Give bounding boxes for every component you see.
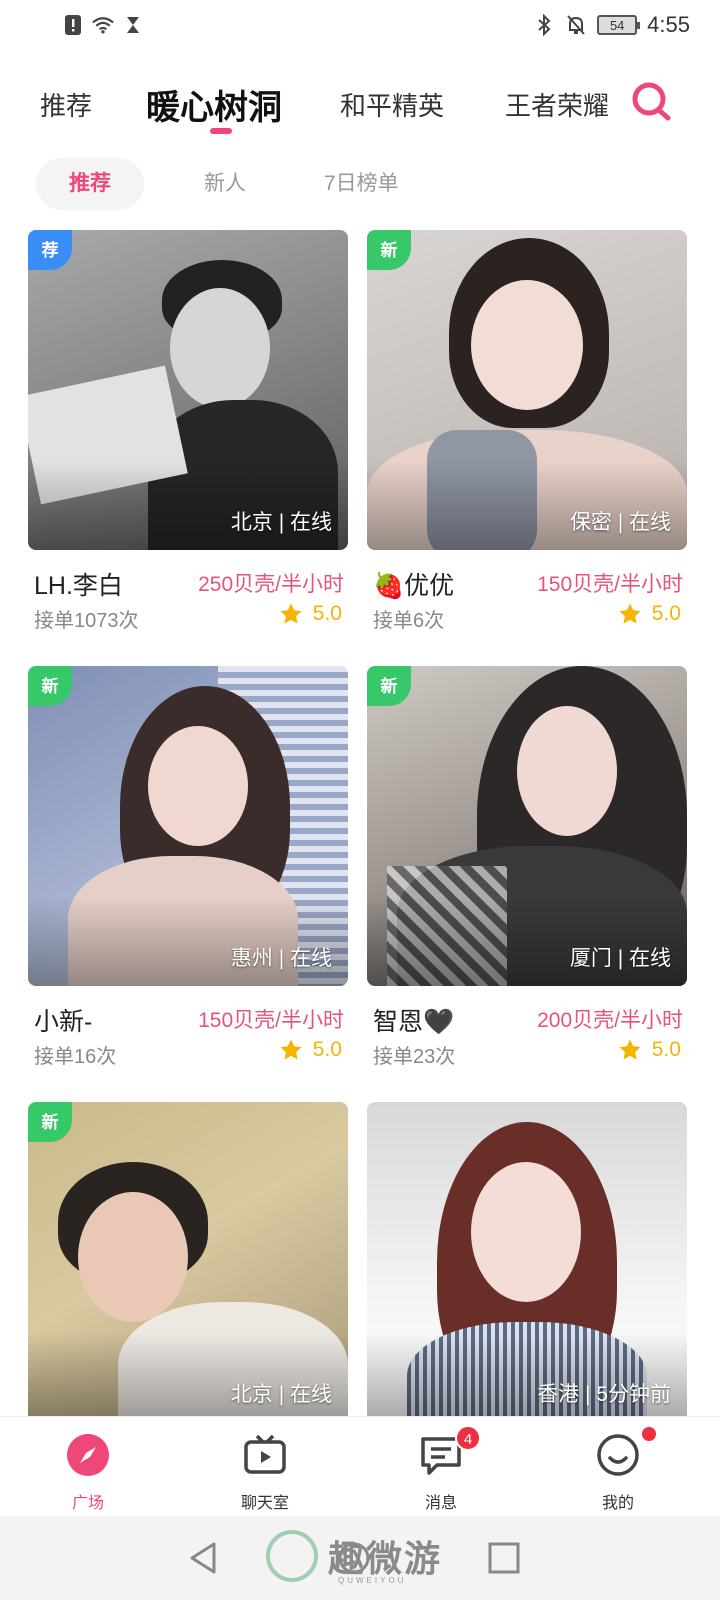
rating-value: 5.0 — [651, 1038, 681, 1061]
location-status: 惠州 | 在线 — [230, 947, 332, 970]
rating-value: 5.0 — [312, 1038, 342, 1061]
watermark-logo-icon — [266, 1530, 318, 1582]
host-card[interactable]: 新 北京 | 在线 — [28, 1102, 348, 1422]
unread-badge: 4 — [455, 1425, 481, 1451]
nav-square[interactable]: 广场 — [28, 1417, 148, 1517]
host-price: 200贝壳/半小时 — [537, 1009, 683, 1032]
search-icon — [632, 82, 671, 121]
nav-label: 消息 — [424, 1495, 457, 1512]
location-status: 香港 | 5分钟前 — [537, 1383, 671, 1406]
location-status: 厦门 | 在线 — [569, 947, 671, 970]
order-count: 接单1073次 — [34, 610, 139, 632]
host-card[interactable]: 新 保密 | 在线 🍓优优 150贝壳/半小时 接单6次 5.0 — [367, 230, 687, 650]
nav-label: 广场 — [71, 1495, 104, 1512]
host-name: 智恩🖤 — [373, 1008, 455, 1036]
host-name: 🍓优优 — [373, 572, 455, 600]
rating: 5.0 — [279, 1038, 342, 1062]
star-icon — [280, 1039, 302, 1060]
nav-profile[interactable]: 我的 — [558, 1417, 678, 1517]
notification-dot — [642, 1427, 656, 1441]
subtab-newcomer[interactable]: 新人 — [204, 158, 246, 210]
status-bar: 54 4:55 — [0, 0, 720, 52]
host-photo[interactable]: 新 北京 | 在线 — [28, 1102, 348, 1422]
tab-recommend[interactable]: 推荐 — [40, 86, 92, 123]
order-count: 接单16次 — [34, 1046, 117, 1068]
host-photo[interactable]: 新 保密 | 在线 — [367, 230, 687, 550]
host-price: 150贝壳/半小时 — [198, 1009, 344, 1032]
top-tab-bar: 推荐 暖心树洞 和平精英 王者荣耀 — [0, 72, 720, 140]
host-price: 250贝壳/半小时 — [198, 573, 344, 596]
alert-icon — [62, 14, 84, 36]
host-photo[interactable]: 香港 | 5分钟前 — [367, 1102, 687, 1422]
mute-bell-icon — [565, 14, 587, 36]
search-button[interactable] — [630, 80, 674, 124]
host-price: 150贝壳/半小时 — [537, 573, 683, 596]
location-status: 保密 | 在线 — [569, 511, 671, 534]
tab-honor-of-kings-clip: 王者荣耀 — [505, 86, 617, 126]
nav-label: 聊天室 — [240, 1495, 289, 1512]
tab-warm-tree-hole[interactable]: 暖心树洞 — [146, 80, 282, 129]
tv-icon — [244, 1434, 286, 1474]
smile-icon — [597, 1434, 639, 1476]
recent-apps-icon[interactable] — [486, 1540, 522, 1576]
order-count: 接单23次 — [373, 1046, 456, 1068]
rating: 5.0 — [618, 1038, 681, 1062]
star-icon — [619, 1039, 641, 1060]
location-status: 北京 | 在线 — [230, 1383, 332, 1406]
star-icon — [280, 603, 302, 624]
nav-messages[interactable]: 4 消息 — [381, 1417, 501, 1517]
host-photo[interactable]: 新 惠州 | 在线 — [28, 666, 348, 986]
battery-indicator: 54 — [597, 15, 641, 35]
subtab-recommend[interactable]: 推荐 — [36, 158, 144, 210]
host-card[interactable]: 新 厦门 | 在线 智恩🖤 200贝壳/半小时 接单23次 5.0 — [367, 666, 687, 1086]
active-tab-indicator — [210, 128, 232, 134]
host-card[interactable]: 香港 | 5分钟前 — [367, 1102, 687, 1422]
host-name: LH.李白 — [34, 572, 123, 600]
tab-honor-of-kings[interactable]: 王者荣耀 — [505, 86, 609, 123]
host-name: 小新- — [34, 1008, 93, 1036]
bottom-navigation: 广场 聊天室 4 消息 我的 — [0, 1416, 720, 1516]
rating-value: 5.0 — [651, 602, 681, 625]
host-card[interactable]: 荐 北京 | 在线 LH.李白 250贝壳/半小时 接单1073次 5.0 — [28, 230, 348, 650]
rating: 5.0 — [279, 602, 342, 626]
subtab-7day-ranking[interactable]: 7日榜单 — [324, 158, 399, 210]
tab-peace-elite[interactable]: 和平精英 — [340, 86, 444, 123]
host-photo[interactable]: 新 厦门 | 在线 — [367, 666, 687, 986]
bluetooth-icon — [533, 14, 555, 36]
watermark: 趣微游 QUWEIYOU — [266, 1526, 466, 1590]
status-right: 54 4:55 — [533, 12, 690, 38]
system-navigation-bar: 趣微游 QUWEIYOU — [0, 1516, 720, 1600]
rating-value: 5.0 — [312, 602, 342, 625]
nav-chatroom[interactable]: 聊天室 — [205, 1417, 325, 1517]
watermark-text: 趣微游 — [328, 1538, 443, 1579]
watermark-subtext: QUWEIYOU — [338, 1576, 407, 1585]
clock: 4:55 — [647, 12, 690, 37]
host-photo[interactable]: 荐 北京 | 在线 — [28, 230, 348, 550]
back-icon[interactable] — [186, 1540, 222, 1576]
location-status: 北京 | 在线 — [230, 511, 332, 534]
nav-label: 我的 — [601, 1495, 634, 1512]
star-icon — [619, 603, 641, 624]
sub-tab-bar: 推荐 新人 7日榜单 — [0, 158, 720, 212]
hourglass-icon — [122, 14, 144, 36]
compass-icon — [67, 1434, 109, 1476]
order-count: 接单6次 — [373, 610, 445, 632]
rating: 5.0 — [618, 602, 681, 626]
status-left-icons — [62, 14, 144, 36]
host-card[interactable]: 新 惠州 | 在线 小新- 150贝壳/半小时 接单16次 5.0 — [28, 666, 348, 1086]
wifi-icon — [92, 14, 114, 36]
